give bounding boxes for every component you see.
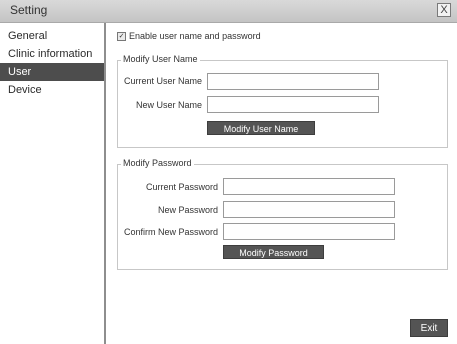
sidebar: General Clinic information User Device bbox=[0, 23, 106, 344]
new-user-name-input[interactable] bbox=[207, 96, 379, 113]
current-password-label: Current Password bbox=[145, 182, 218, 192]
check-icon: ✓ bbox=[118, 32, 125, 40]
current-user-name-input[interactable] bbox=[207, 73, 379, 90]
sidebar-item-label: Device bbox=[8, 84, 42, 96]
sidebar-item-clinic-information[interactable]: Clinic information bbox=[0, 45, 104, 63]
close-icon: X bbox=[440, 4, 448, 16]
current-user-name-label: Current User Name bbox=[123, 76, 202, 86]
new-password-label: New Password bbox=[157, 205, 218, 215]
sidebar-item-label: General bbox=[8, 30, 48, 42]
enable-credentials-checkbox[interactable]: ✓ bbox=[117, 31, 126, 41]
new-password-input[interactable] bbox=[223, 201, 395, 218]
sidebar-item-device[interactable]: Device bbox=[0, 81, 104, 99]
confirm-password-input[interactable] bbox=[223, 223, 395, 240]
enable-credentials-row: ✓ Enable user name and password bbox=[117, 31, 261, 41]
modify-password-legend: Modify Password bbox=[121, 158, 194, 168]
confirm-password-label: Confirm New Password bbox=[123, 227, 218, 237]
sidebar-item-general[interactable]: General bbox=[0, 27, 104, 45]
close-button[interactable]: X bbox=[437, 3, 451, 17]
exit-button[interactable]: Exit bbox=[410, 319, 448, 337]
window-title: Setting bbox=[10, 3, 48, 17]
modify-password-button[interactable]: Modify Password bbox=[223, 245, 324, 259]
enable-credentials-label: Enable user name and password bbox=[129, 31, 261, 41]
sidebar-item-label: Clinic information bbox=[8, 48, 93, 60]
modify-user-name-legend: Modify User Name bbox=[121, 54, 200, 64]
current-password-input[interactable] bbox=[223, 178, 395, 195]
modify-user-name-button[interactable]: Modify User Name bbox=[207, 121, 315, 135]
new-user-name-label: New User Name bbox=[135, 100, 202, 110]
sidebar-item-user[interactable]: User bbox=[0, 63, 104, 81]
sidebar-item-label: User bbox=[8, 66, 32, 78]
title-bar: Setting X bbox=[0, 0, 457, 23]
